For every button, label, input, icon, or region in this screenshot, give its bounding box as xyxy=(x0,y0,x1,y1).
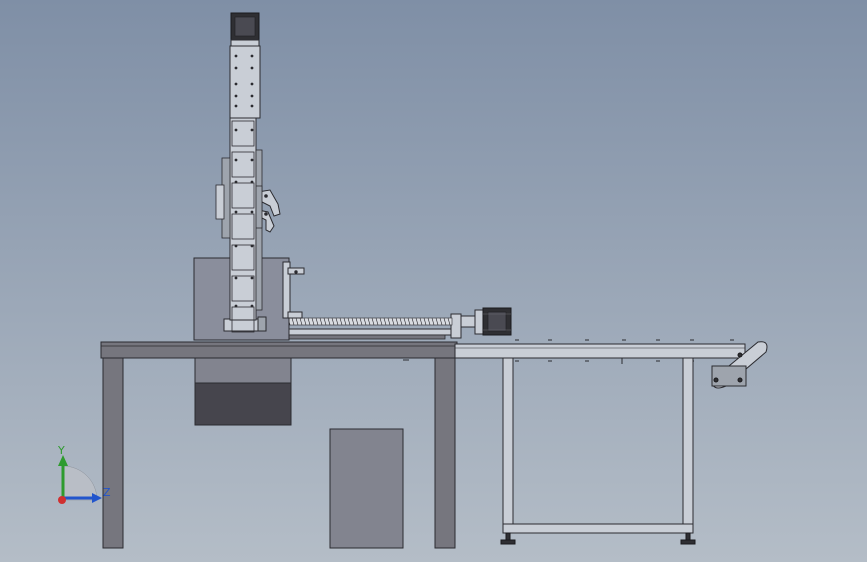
main-table-top[interactable] xyxy=(100,341,458,359)
triad-y-label: Y xyxy=(57,444,65,457)
conveyor-crossbar[interactable] xyxy=(502,523,694,534)
triad-x-origin xyxy=(58,496,66,504)
conveyor-right-leg[interactable] xyxy=(682,357,694,534)
drawer-box[interactable] xyxy=(194,357,292,384)
column-upper[interactable] xyxy=(229,45,261,119)
shaft-coupling[interactable] xyxy=(460,315,476,328)
main-table-right-leg[interactable] xyxy=(434,357,456,549)
control-cabinet[interactable] xyxy=(329,428,404,549)
triad-z-label: Z xyxy=(103,486,111,499)
drawer-box-dark[interactable] xyxy=(194,382,292,426)
rail-right-end-block[interactable] xyxy=(450,313,462,339)
vertical-servo-motor[interactable] xyxy=(230,12,260,47)
conveyor-belt[interactable] xyxy=(454,343,746,359)
column-lower[interactable] xyxy=(229,117,257,321)
main-table-left-leg[interactable] xyxy=(102,357,124,549)
conveyor-left-leg[interactable] xyxy=(502,357,514,534)
horizontal-servo-motor[interactable] xyxy=(474,307,512,336)
cad-drawing-canvas[interactable]: Y Z xyxy=(0,0,867,562)
cad-viewport[interactable]: Y Z xyxy=(0,0,867,562)
viewport-background xyxy=(0,0,867,562)
